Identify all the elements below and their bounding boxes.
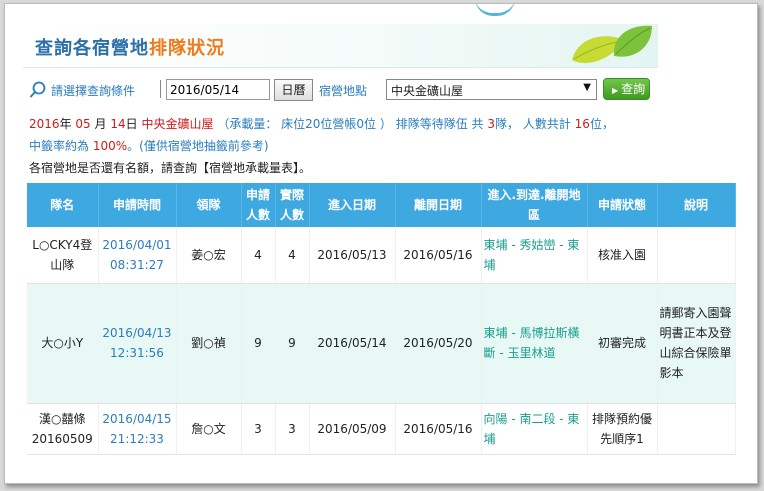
cell-enter: 2016/05/13 xyxy=(309,227,396,284)
summary-capacity: （承載量： 床位20位營帳0位 ） xyxy=(217,117,392,131)
decorative-arc xyxy=(475,4,515,16)
summary-line-2: 中籤率約為 100%。(僅供宿營地抽籤前參考) xyxy=(29,139,269,153)
site-label: 宿營地點 xyxy=(319,84,368,98)
cell-actual: 3 xyxy=(275,403,310,455)
queue-summary: 2016年 05 月 14日 中央金礦山屋 （承載量： 床位20位營帳0位 ） … xyxy=(29,113,749,179)
page-title: 查詢各宿營地排隊狀況 xyxy=(35,34,225,60)
table-row: 漢○囍條20160509 2016/04/15 21:12:33 詹○文 3 3 … xyxy=(27,403,736,455)
cell-leader: 詹○文 xyxy=(176,403,242,455)
cell-area: 東埔 - 秀姑巒 - 東埔 xyxy=(481,227,588,284)
col-header: 實際人數 xyxy=(275,183,310,227)
col-header: 申請人數 xyxy=(241,183,276,227)
cell-leader: 劉○禎 xyxy=(176,283,242,404)
summary-people-count: 16 xyxy=(574,117,590,131)
summary-line-1: 2016年 05 月 14日 中央金礦山屋 （承載量： 床位20位營帳0位 ） … xyxy=(29,117,614,131)
page-title-prefix: 查詢各宿營地 xyxy=(35,38,149,59)
cell-applied: 9 xyxy=(241,283,276,404)
summary-month: 05 xyxy=(75,117,91,131)
cell-note xyxy=(657,403,736,455)
dropdown-arrow-icon: ▼ xyxy=(583,82,591,93)
cell-note: 請郵寄入園聲明書正本及登山綜合保險單影本 xyxy=(657,283,736,404)
cell-status: 初審完成 xyxy=(587,283,658,404)
site-select[interactable]: 中央金礦山屋 ▼ xyxy=(386,79,597,100)
cell-actual: 4 xyxy=(275,227,310,284)
query-button-label: 查詢 xyxy=(621,82,646,96)
search-bar: 請選擇查詢條件 日曆 宿營地點 中央金礦山屋 ▼ ▶查詢 xyxy=(29,78,757,102)
col-header: 進入.到達.離開地區 xyxy=(481,183,588,227)
cell-applied: 4 xyxy=(241,227,276,284)
col-header: 隊名 xyxy=(27,183,99,227)
col-header: 說明 xyxy=(657,183,736,227)
cell-team: 漢○囍條20160509 xyxy=(27,403,99,455)
queue-table: 隊名 申請時間 領隊 申請人數 實際人數 進入日期 離開日期 進入.到達.離開地… xyxy=(27,183,736,455)
cell-leader: 姜○宏 xyxy=(176,227,242,284)
calendar-button[interactable]: 日曆 xyxy=(274,79,313,101)
capacity-link-line[interactable]: 各宿營地是否還有名額，請查詢【宿營地承載量表】。 xyxy=(29,157,749,179)
cell-leave: 2016/05/20 xyxy=(395,283,482,404)
date-input[interactable] xyxy=(166,79,270,100)
divider xyxy=(160,80,161,98)
cell-status: 排隊預約優先順序1 xyxy=(587,403,658,455)
cell-applied: 3 xyxy=(241,403,276,455)
cell-note xyxy=(657,227,736,284)
cell-status: 核准入園 xyxy=(587,227,658,284)
cell-team: L○CKY4登山隊 xyxy=(27,227,99,284)
cell-time: 2016/04/01 08:31:27 xyxy=(98,227,177,284)
title-bar: 查詢各宿營地排隊狀況 xyxy=(23,24,658,68)
leaf-icon xyxy=(613,25,652,57)
col-header: 申請時間 xyxy=(98,183,177,227)
col-header: 領隊 xyxy=(176,183,242,227)
col-header: 進入日期 xyxy=(309,183,396,227)
search-icon xyxy=(29,81,46,98)
table-row: L○CKY4登山隊 2016/04/01 08:31:27 姜○宏 4 4 201… xyxy=(27,227,736,284)
summary-rate: 100% xyxy=(92,139,128,153)
summary-rate-note: (僅供宿營地抽籤前參考) xyxy=(139,139,269,153)
search-condition-label: 請選擇查詢條件 xyxy=(51,84,136,98)
cell-time: 2016/04/15 21:12:33 xyxy=(98,403,177,455)
summary-day: 14 xyxy=(110,117,126,131)
cell-area: 東埔 - 馬博拉斯橫斷 - 玉里林道 xyxy=(481,283,588,404)
cell-enter: 2016/05/09 xyxy=(309,403,396,455)
table-header-row: 隊名 申請時間 領隊 申請人數 實際人數 進入日期 離開日期 進入.到達.離開地… xyxy=(27,183,736,227)
summary-queue-count: 3 xyxy=(487,117,495,131)
summary-site: 中央金礦山屋 xyxy=(141,117,214,131)
col-header: 申請狀態 xyxy=(587,183,658,227)
cell-team: 大○小Y xyxy=(27,283,99,404)
cell-leave: 2016/05/16 xyxy=(395,403,482,455)
page-title-highlight: 排隊狀況 xyxy=(149,38,225,59)
cell-leave: 2016/05/16 xyxy=(395,227,482,284)
cell-enter: 2016/05/14 xyxy=(309,283,396,404)
summary-year: 2016 xyxy=(29,117,60,131)
query-button[interactable]: ▶ 查詢 xyxy=(603,78,650,100)
cell-actual: 9 xyxy=(275,283,310,404)
col-header: 離開日期 xyxy=(395,183,482,227)
play-icon: ▶ xyxy=(612,86,619,95)
page-frame: 查詢各宿營地排隊狀況 請選擇查詢條件 日曆 宿營地點 中央金礦山屋 ▼ ▶查詢 xyxy=(4,3,758,484)
cell-time: 2016/04/13 12:31:56 xyxy=(98,283,177,404)
site-select-value: 中央金礦山屋 xyxy=(391,84,464,98)
table-row: 大○小Y 2016/04/13 12:31:56 劉○禎 9 9 2016/05/… xyxy=(27,283,736,404)
cell-area: 向陽 - 南二段 - 東埔 xyxy=(481,403,588,455)
